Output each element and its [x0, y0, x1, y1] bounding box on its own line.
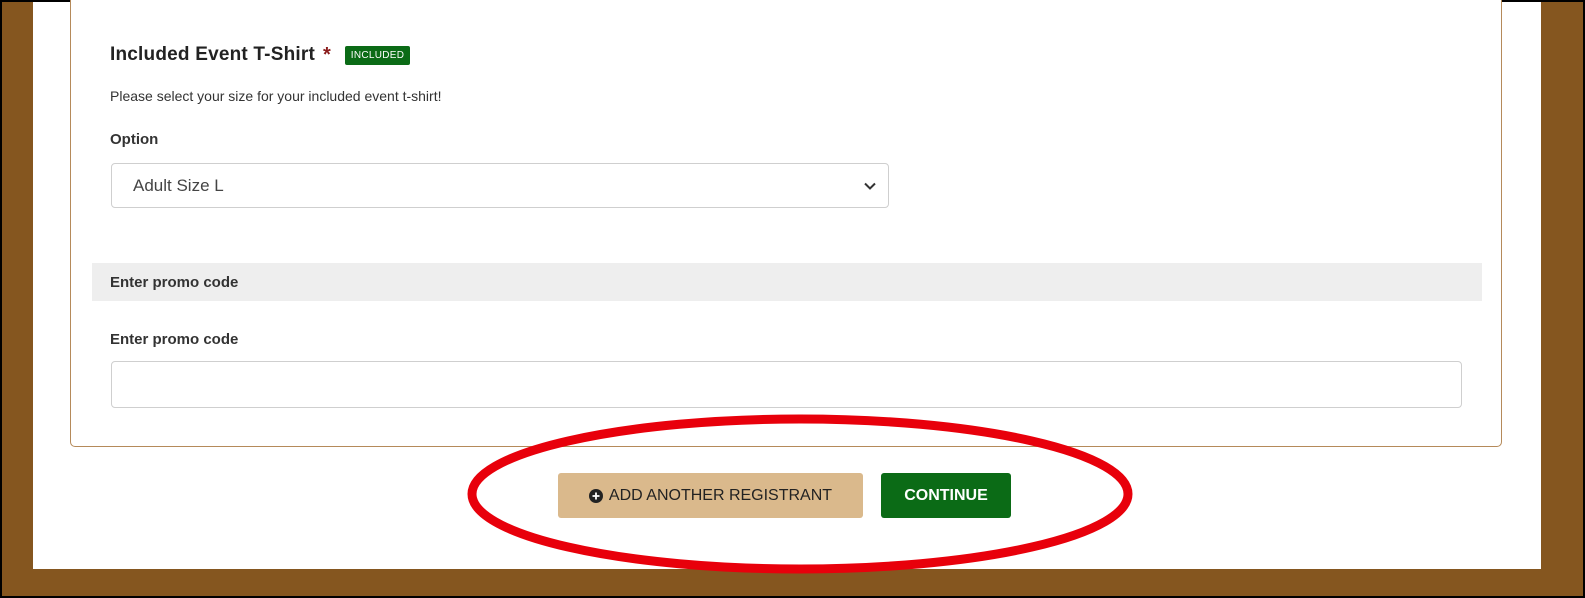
promo-section-header: Enter promo code: [92, 263, 1482, 301]
promo-field-label: Enter promo code: [110, 331, 239, 348]
plus-circle-icon: [588, 488, 603, 503]
selected-size: Adult Size L: [133, 175, 224, 195]
outer-frame: Included Event T-Shirt * INCLUDED Please…: [0, 0, 1585, 598]
continue-button[interactable]: CONTINUE: [881, 473, 1011, 518]
add-another-registrant-button[interactable]: ADD ANOTHER REGISTRANT: [558, 473, 863, 518]
registration-card: Included Event T-Shirt * INCLUDED Please…: [70, 0, 1502, 447]
required-marker: *: [322, 43, 331, 66]
promo-section-title: Enter promo code: [110, 273, 239, 291]
add-registrant-label: ADD ANOTHER REGISTRANT: [608, 486, 833, 504]
tshirt-size-select[interactable]: Adult Size L: [111, 163, 889, 208]
chevron-down-icon: [864, 182, 876, 190]
promo-code-input[interactable]: [111, 361, 1462, 408]
included-badge: INCLUDED: [344, 45, 411, 65]
option-label: Option: [110, 131, 159, 148]
tshirt-header: Included Event T-Shirt * INCLUDED: [110, 41, 411, 69]
tshirt-description: Please select your size for your include…: [110, 88, 442, 104]
continue-label: CONTINUE: [904, 486, 988, 504]
tshirt-title: Included Event T-Shirt: [110, 44, 315, 65]
